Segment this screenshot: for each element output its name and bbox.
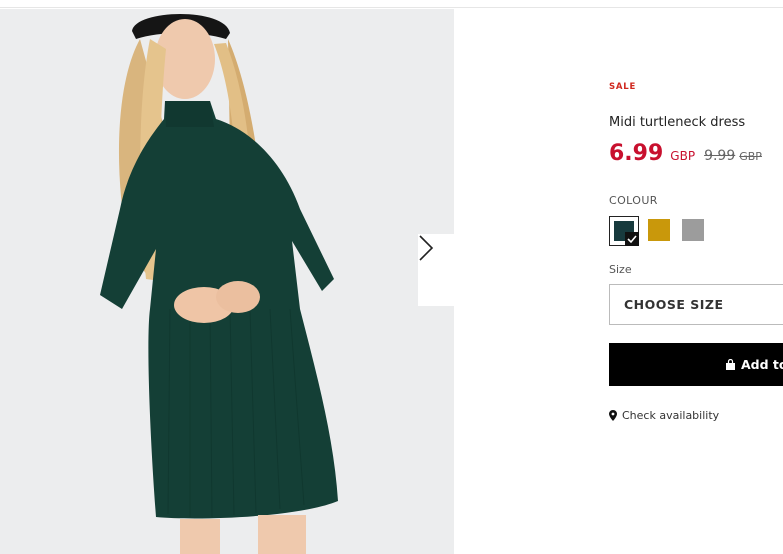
original-price-currency: GBP <box>739 150 762 163</box>
colour-swatch-mustard[interactable] <box>648 219 670 241</box>
product-title: Midi turtleneck dress <box>609 115 746 130</box>
product-photo <box>0 9 454 554</box>
checkmark-icon <box>625 232 639 246</box>
location-pin-icon <box>609 410 617 421</box>
add-to-bag-label: Add to <box>741 357 783 372</box>
next-image-button[interactable] <box>418 234 454 306</box>
colour-label: COLOUR <box>609 194 658 207</box>
size-label: Size <box>609 263 632 276</box>
product-details: SALE Midi turtleneck dress 6.99 GBP 9.99… <box>609 0 783 554</box>
current-price: 6.99 <box>609 141 664 166</box>
colour-swatch-dark-green[interactable] <box>609 216 639 246</box>
check-availability-link[interactable]: Check availability <box>609 409 719 422</box>
size-select-placeholder: CHOOSE SIZE <box>624 297 724 312</box>
add-to-bag-button[interactable]: Add to <box>609 343 783 386</box>
sale-badge: SALE <box>609 82 637 92</box>
size-select[interactable]: CHOOSE SIZE <box>609 284 783 325</box>
check-availability-label: Check availability <box>622 409 720 422</box>
current-price-currency: GBP <box>670 149 696 163</box>
product-image[interactable] <box>0 9 454 554</box>
chevron-right-icon <box>419 235 434 261</box>
colour-swatch-grey[interactable] <box>682 219 704 241</box>
shopping-bag-icon <box>725 358 736 371</box>
original-price: 9.99 <box>704 148 736 164</box>
price-row: 6.99 GBP 9.99 GBP <box>609 141 762 166</box>
